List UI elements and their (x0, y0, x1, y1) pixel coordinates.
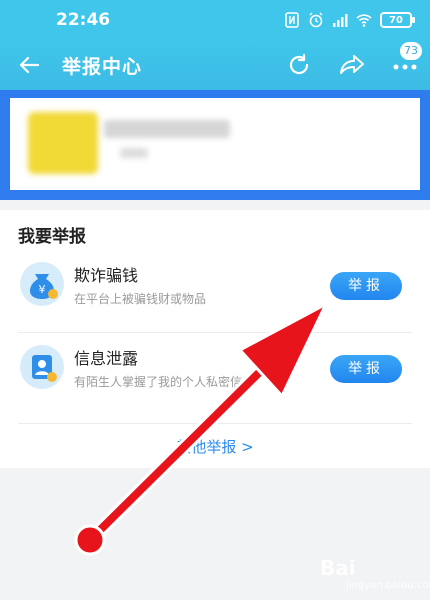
title-bar: 举报中心 73 (0, 40, 430, 90)
watermark-text: Bai (320, 556, 356, 580)
item-title: 欺诈骗钱 (74, 266, 139, 285)
account-name-blurred (104, 120, 230, 138)
report-button-fraud[interactable]: 举报 (330, 272, 402, 300)
nfc-icon (285, 12, 299, 28)
avatar (28, 112, 98, 174)
share-icon[interactable] (338, 52, 366, 78)
account-id-blurred (120, 148, 148, 158)
wifi-icon (356, 14, 372, 27)
id-card-icon (20, 345, 64, 389)
item-desc: 有陌生人掌握了我的个人私密信息 (74, 375, 255, 389)
signal-icon (333, 14, 348, 27)
divider (18, 423, 412, 424)
report-item-leak[interactable]: 信息泄露 有陌生人掌握了我的个人私密信息 举报 (0, 333, 430, 423)
section-title: 我要举报 (18, 227, 86, 247)
svg-text:¥: ¥ (39, 283, 46, 296)
report-section: 我要举报 ¥ 欺诈骗钱 在平台上被骗钱财或物品 举报 信息泄露 有陌生人掌握了我… (0, 210, 430, 468)
page-title: 举报中心 (62, 56, 143, 78)
alarm-icon (309, 12, 323, 28)
back-arrow-icon[interactable] (16, 52, 42, 78)
watermark-sub: jingyan.baidu.com (346, 580, 430, 591)
item-title: 信息泄露 (74, 349, 139, 368)
item-desc: 在平台上被骗钱财或物品 (74, 292, 207, 306)
money-bag-icon: ¥ (20, 262, 64, 306)
status-bar: 22:46 70 (0, 0, 430, 40)
other-report-link[interactable]: 其他举报 > (0, 436, 430, 457)
highlight-frame (0, 90, 430, 200)
notification-badge: 73 (400, 42, 422, 60)
status-icons: 70 (284, 12, 415, 28)
refresh-icon[interactable] (286, 52, 312, 78)
report-button-leak[interactable]: 举报 (330, 355, 402, 383)
status-time: 22:46 (56, 10, 111, 30)
account-card[interactable] (10, 98, 420, 190)
report-item-fraud[interactable]: ¥ 欺诈骗钱 在平台上被骗钱财或物品 举报 (0, 250, 430, 340)
battery-icon: 70 (380, 12, 415, 28)
